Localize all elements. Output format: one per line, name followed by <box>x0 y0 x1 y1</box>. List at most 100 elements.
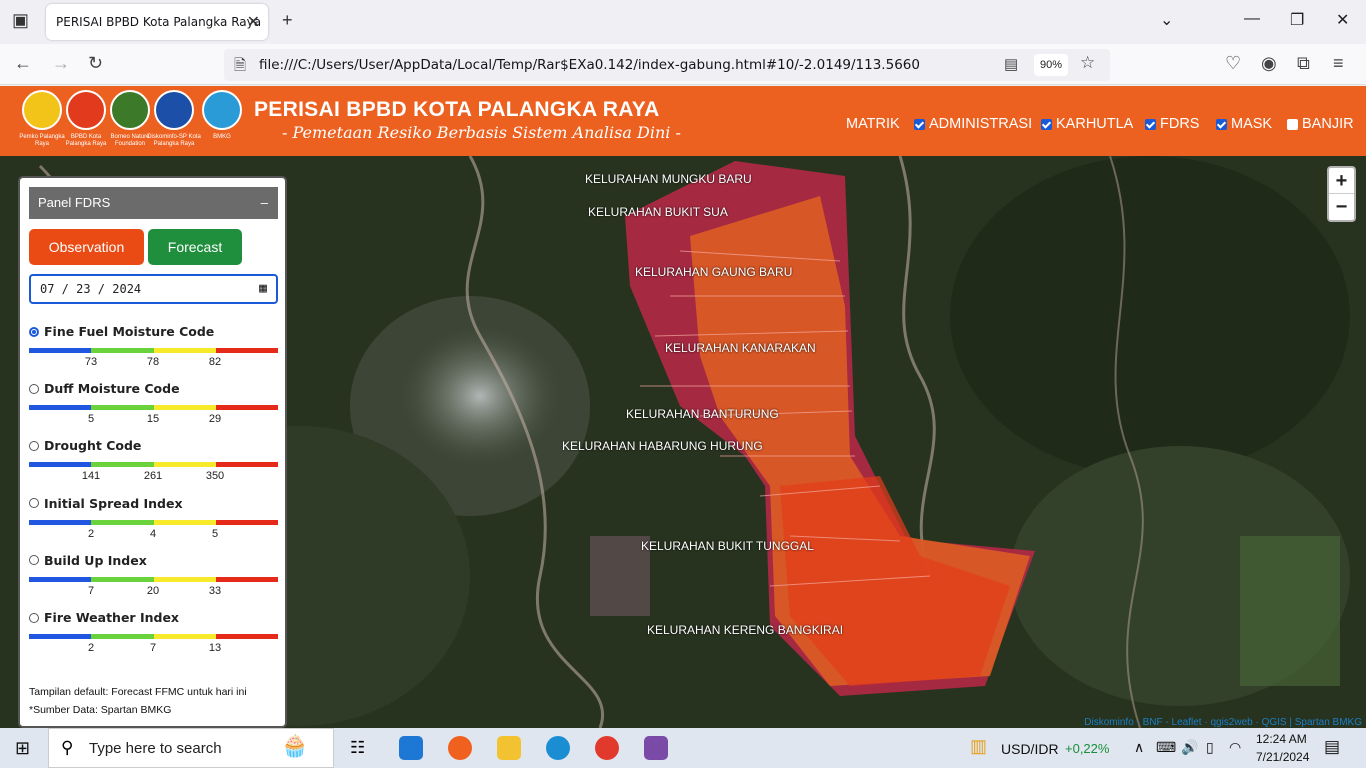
map-attribution[interactable]: Diskominfo - BNF - Leaflet · qgis2web · … <box>1084 717 1362 728</box>
reader-view-icon[interactable]: ▤ <box>1004 55 1018 73</box>
partner-logo <box>22 90 62 130</box>
scale-tick-label: 33 <box>208 584 222 597</box>
layer-checkbox[interactable] <box>1216 118 1227 130</box>
tab-list-icon[interactable]: ▣ <box>12 10 29 31</box>
scale-tick-label: 20 <box>146 584 160 597</box>
layer-checkbox[interactable] <box>1287 118 1298 130</box>
chrome-icon[interactable] <box>595 736 619 760</box>
index-label: Fine Fuel Moisture Code <box>44 324 215 339</box>
index-radio[interactable] <box>29 498 39 509</box>
index-label: Duff Moisture Code <box>44 381 180 397</box>
kelurahan-label: KELURAHAN KANARAKAN <box>665 341 816 355</box>
fdrs-index-option[interactable]: Initial Spread Index 2 4 5 <box>29 496 279 540</box>
fdrs-index-option[interactable]: Fine Fuel Moisture Code 73 78 82 <box>29 324 279 368</box>
battery-icon[interactable]: ▯ <box>1206 739 1214 756</box>
layer-checkbox[interactable] <box>1041 118 1052 130</box>
notification-icon[interactable]: ▤ <box>1324 737 1340 757</box>
extensions-icon[interactable]: ⧉ <box>1297 53 1310 74</box>
scale-tick-label: 29 <box>208 413 222 426</box>
index-radio[interactable] <box>29 326 39 337</box>
scale-tick-label: 261 <box>143 470 163 483</box>
account-icon[interactable]: ◉ <box>1261 53 1277 74</box>
browser-tab[interactable]: PERISAI BPBD Kota Palangka Raya ✕ <box>46 4 268 40</box>
index-radio[interactable] <box>29 612 39 623</box>
mail-app-icon[interactable] <box>399 736 423 760</box>
menu-item-label: ADMINISTRASI <box>929 116 1033 132</box>
fdrs-index-option[interactable]: Duff Moisture Code 5 15 29 <box>29 381 279 426</box>
keyboard-icon[interactable]: ⌨ <box>1156 739 1176 756</box>
index-radio[interactable] <box>29 383 39 394</box>
calendar-icon[interactable]: ▦ <box>259 276 267 302</box>
kelurahan-label: KELURAHAN BUKIT SUA <box>588 205 728 219</box>
scale-tick-label: 13 <box>208 642 222 654</box>
pocket-icon[interactable]: ♡ <box>1225 53 1241 74</box>
new-tab-icon[interactable]: + <box>282 10 293 31</box>
minimize-icon[interactable]: — <box>1244 10 1260 28</box>
menu-item-label: MATRIK <box>846 116 900 132</box>
menu-item-karhutla[interactable]: KARHUTLA <box>1041 116 1133 132</box>
kelurahan-label: KELURAHAN KERENG BANGKIRAI <box>647 623 844 637</box>
close-window-icon[interactable]: ✕ <box>1336 10 1349 30</box>
zoom-in-button[interactable]: + <box>1329 168 1354 194</box>
search-placeholder: Type here to search <box>89 740 222 757</box>
back-icon[interactable]: ← <box>14 53 32 74</box>
task-view-icon[interactable]: ☷ <box>350 738 365 758</box>
index-label: Drought Code <box>44 438 142 454</box>
menu-item-label: MASK <box>1231 116 1273 132</box>
fdrs-index-option[interactable]: Build Up Index 7 20 33 <box>29 553 279 597</box>
menu-item-mask[interactable]: MASK <box>1216 116 1272 132</box>
wifi-icon[interactable]: ◠ <box>1229 739 1241 756</box>
date-input[interactable]: 07 / 23 / 2024 ▦ <box>29 274 278 304</box>
scale-tick-label: 2 <box>87 642 95 654</box>
layer-checkbox[interactable] <box>914 118 925 130</box>
speaker-icon[interactable]: 🔊 <box>1181 739 1198 756</box>
taskbar-search[interactable]: ⚲ Type here to search 🧁 <box>48 728 334 768</box>
close-tab-icon[interactable]: ✕ <box>247 12 260 32</box>
zoom-level[interactable]: 90% <box>1034 54 1068 76</box>
partner-logo <box>66 90 106 130</box>
fdrs-index-option[interactable]: Drought Code 141 261 350 <box>29 438 279 483</box>
restore-icon[interactable]: ❐ <box>1290 10 1304 30</box>
menu-item-fdrs[interactable]: FDRS <box>1145 116 1199 132</box>
map[interactable]: KELURAHAN MUNGKU BARU KELURAHAN BUKIT SUA… <box>0 156 1366 728</box>
index-radio[interactable] <box>29 440 39 451</box>
scale-tick-label: 73 <box>84 356 98 368</box>
menu-icon[interactable]: ≡ <box>1333 53 1344 74</box>
app-title: PERISAI BPBD KOTA PALANGKA RAYA <box>254 98 660 121</box>
menu-item-label: FDRS <box>1160 116 1200 132</box>
default-display-note: Tampilan default: Forecast FFMC untuk ha… <box>29 686 247 698</box>
firefox-icon[interactable] <box>448 736 472 760</box>
windows-start-icon[interactable]: ⊞ <box>15 738 30 759</box>
fdrs-index-option[interactable]: Fire Weather Index 2 7 13 <box>29 610 279 654</box>
observation-button[interactable]: Observation <box>29 229 144 265</box>
forecast-button[interactable]: Forecast <box>148 229 242 265</box>
zoom-out-button[interactable]: − <box>1329 194 1354 220</box>
kelurahan-label: KELURAHAN HABARUNG HURUNG <box>562 439 763 453</box>
url-text[interactable]: file:///C:/Users/User/AppData/Local/Temp… <box>259 57 920 73</box>
edge-icon[interactable] <box>546 736 570 760</box>
scale-tick-label: 2 <box>87 527 95 540</box>
scale-tick-label: 350 <box>205 470 225 483</box>
winrar-icon[interactable] <box>644 736 668 760</box>
menu-item-banjir[interactable]: BANJIR <box>1287 116 1354 132</box>
scale-tick-label: 5 <box>211 527 219 540</box>
url-bar[interactable]: 🗎 file:///C:/Users/User/AppData/Local/Te… <box>224 49 1110 81</box>
clock-time[interactable]: 12:24 AM <box>1256 732 1307 746</box>
kelurahan-label: KELURAHAN GAUNG BARU <box>635 265 793 279</box>
bookmark-star-icon[interactable]: ☆ <box>1080 53 1095 73</box>
index-radio[interactable] <box>29 555 39 566</box>
panel-header: Panel FDRS – <box>29 187 278 219</box>
reload-icon[interactable]: ↻ <box>88 53 103 74</box>
show-hidden-icons-icon[interactable]: ∧ <box>1134 739 1144 756</box>
partner-logo <box>202 90 242 130</box>
ticker-symbol[interactable]: USD/IDR <box>1001 741 1059 757</box>
clock-date[interactable]: 7/21/2024 <box>1256 750 1309 764</box>
list-all-tabs-icon[interactable]: ⌄ <box>1160 10 1173 30</box>
layer-checkbox[interactable] <box>1145 118 1156 130</box>
file-explorer-icon[interactable] <box>497 736 521 760</box>
menu-item-administrasi[interactable]: ADMINISTRASI <box>914 116 1032 132</box>
forward-icon[interactable]: → <box>52 53 70 74</box>
tab-title: PERISAI BPBD Kota Palangka Raya <box>56 15 262 29</box>
menu-item-matrik[interactable]: MATRIK <box>846 116 900 132</box>
panel-minimize-button[interactable]: – <box>261 187 268 219</box>
